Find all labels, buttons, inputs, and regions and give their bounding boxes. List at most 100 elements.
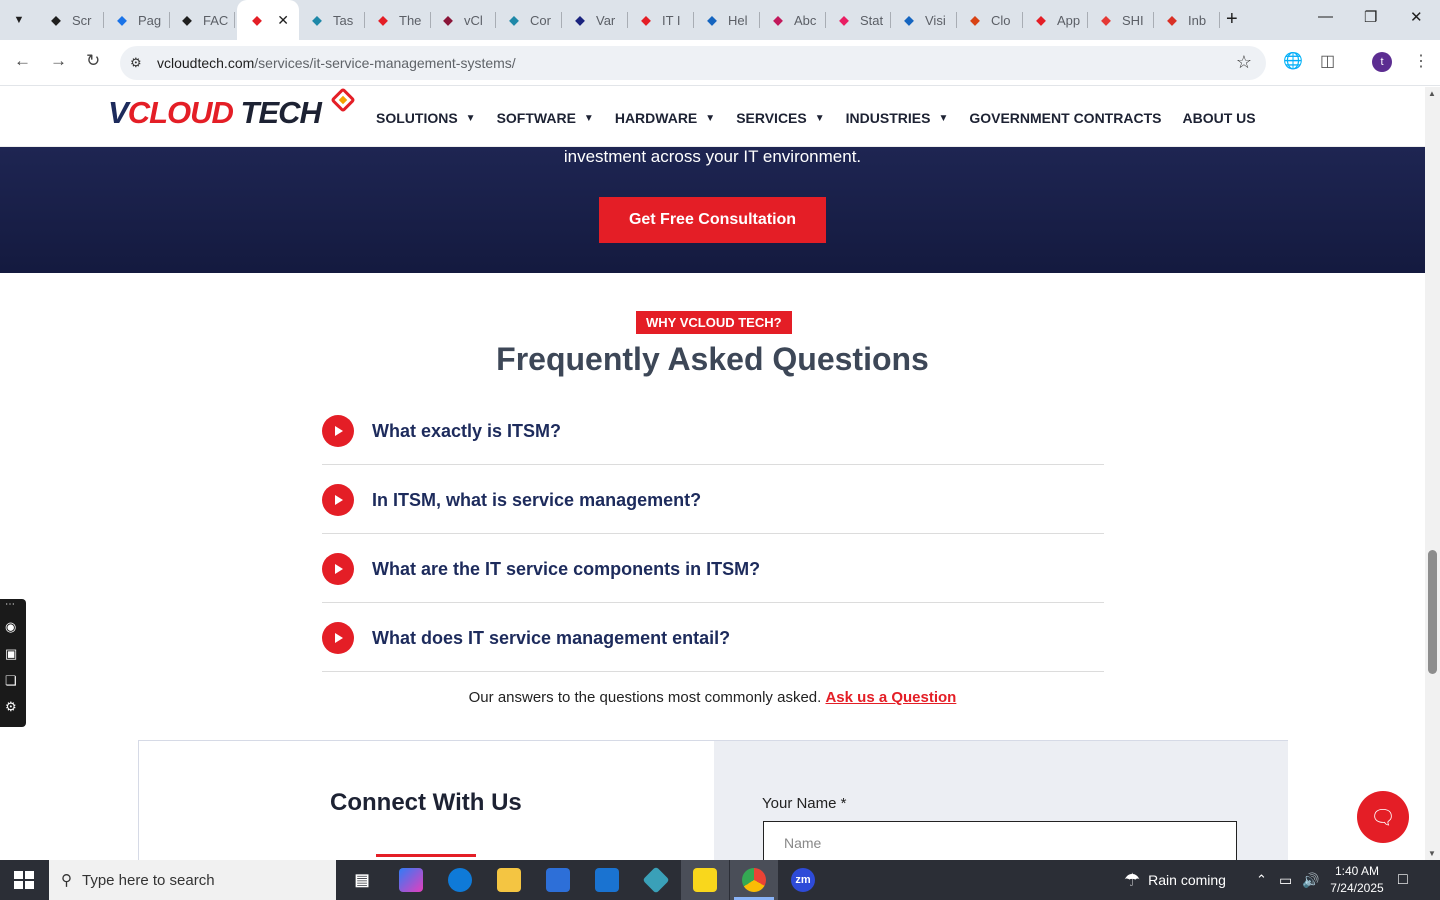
gmail-icon: ◆ [1167, 13, 1177, 27]
zoom-icon[interactable]: zm [791, 868, 815, 892]
nav-item-about-us[interactable]: ABOUT US [1182, 110, 1255, 126]
notifications-icon[interactable]: □ [1398, 860, 1408, 900]
video-icon[interactable]: ▣ [5, 646, 17, 662]
volume-icon[interactable]: 🔊 [1302, 860, 1319, 900]
store-icon[interactable] [546, 868, 570, 892]
reload-button[interactable]: ↻ [86, 51, 100, 71]
browser-tab[interactable]: ◆ The [367, 6, 431, 34]
screen-recorder-toolbar: ⋯ ◉ ▣ ❏ ⚙ [0, 599, 26, 727]
browser-tab[interactable]: ◆ Scr [40, 6, 104, 34]
tab-separator [169, 12, 170, 28]
hero-section: investment across your IT environment. G… [0, 147, 1425, 273]
tab-separator [495, 12, 496, 28]
scroll-up-arrow-icon[interactable]: ▲ [1428, 89, 1436, 98]
site-header: VCLOUD TECH SOLUTIONS ▼ SOFTWARE ▼ HARDWARE ▼… [0, 87, 1425, 147]
pin-icon[interactable]: ⋯ [5, 599, 15, 610]
tab-label: SHI [1122, 12, 1144, 28]
nav-item-industries[interactable]: INDUSTRIES ▼ [846, 110, 949, 126]
edge-icon[interactable] [448, 868, 472, 892]
nav-item-hardware[interactable]: HARDWARE ▼ [615, 110, 715, 126]
sticky-notes-icon[interactable] [693, 868, 717, 892]
browser-tab[interactable]: ◆ IT I [630, 6, 694, 34]
connect-section: Connect With Us Your Name * Name [138, 740, 1288, 860]
chat-icon[interactable]: 🗨 [1357, 791, 1409, 843]
browser-tab[interactable]: ◆ Tas [301, 6, 365, 34]
faq-item[interactable]: What exactly is ITSM? [322, 396, 1104, 465]
tab-search-button[interactable]: ▼ [6, 8, 32, 32]
faq-question: What exactly is ITSM? [372, 420, 562, 441]
back-button[interactable]: ← [14, 51, 31, 71]
browser-tab[interactable]: ◆ Abc [762, 6, 826, 34]
vcloud-logo[interactable]: VCLOUD TECH [108, 95, 322, 131]
task-view-icon[interactable]: ▤ [350, 868, 374, 892]
faq-item[interactable]: What does IT service management entail? [322, 603, 1104, 672]
nav-item-government-contracts[interactable]: GOVERNMENT CONTRACTS [969, 110, 1161, 126]
close-tab-icon[interactable]: ✕ [277, 12, 289, 29]
settings-gear-icon[interactable]: ⚙ [5, 699, 17, 715]
site-info-icon[interactable]: ⚙ [130, 55, 148, 71]
copilot-icon[interactable] [399, 868, 423, 892]
more-menu-icon[interactable]: ⋮ [1413, 51, 1429, 71]
browser-tab[interactable]: ◆ Var [564, 6, 628, 34]
browser-tab[interactable]: ◆ ✕ [237, 0, 299, 40]
get-free-consultation-button[interactable]: Get Free Consultation [599, 197, 826, 243]
browser-tab[interactable]: ◆ Pag [106, 6, 170, 34]
tab-label: Pag [138, 12, 162, 28]
clock-date: 7/24/2025 [1330, 881, 1384, 895]
browser-tab[interactable]: ◆ Cor [498, 6, 562, 34]
tab-label: Inb [1188, 12, 1207, 28]
tab-label: vCl [464, 12, 483, 28]
profile-avatar[interactable]: t [1372, 52, 1392, 72]
browser-tab[interactable]: ◆ App [1025, 6, 1088, 34]
windows-start-icon[interactable] [14, 871, 34, 889]
camera-icon[interactable]: ◉ [5, 619, 16, 635]
section-badge: WHY VCLOUD TECH? [636, 311, 792, 334]
nav-item-software[interactable]: SOFTWARE ▼ [497, 110, 594, 126]
browser-tab[interactable]: ◆ Stat [828, 6, 891, 34]
tab-separator [1087, 12, 1088, 28]
tab-separator [103, 12, 104, 28]
browser-tab[interactable]: ◆ SHI [1090, 6, 1154, 34]
tab-label: Hel [728, 12, 748, 28]
show-hidden-icons[interactable]: ⌃ [1256, 860, 1267, 900]
nav-item-solutions[interactable]: SOLUTIONS ▼ [376, 110, 476, 126]
hexagon-app-icon[interactable] [642, 866, 670, 894]
restore-button[interactable]: ❐ [1364, 8, 1377, 26]
browser-tab[interactable]: ◆ Visi [893, 6, 957, 34]
browser-tab[interactable]: ◆ vCl [432, 6, 496, 34]
faq-item[interactable]: In ITSM, what is service management? [322, 465, 1104, 534]
network-icon[interactable]: ▭ [1279, 860, 1292, 900]
tab-label: Tas [333, 12, 354, 28]
taskbar-search[interactable]: ⚲ Type here to search [49, 860, 336, 900]
chrome-icon[interactable] [742, 868, 766, 892]
ask-question-link[interactable]: Ask us a Question [825, 689, 956, 706]
mail-icon[interactable] [595, 868, 619, 892]
vcloud-icon: ◆ [641, 13, 651, 27]
faq-list: What exactly is ITSM? In ITSM, what is se… [322, 396, 1104, 672]
faq-item[interactable]: What are the IT service components in IT… [322, 534, 1104, 603]
forward-button[interactable]: → [50, 51, 67, 71]
name-input[interactable]: Name [763, 821, 1237, 860]
cross-icon: ◆ [575, 13, 585, 27]
address-bar: ← → ↻ ⚙ vcloudtech.com/services/it-servi… [0, 40, 1440, 86]
weather-text: Rain coming [1148, 872, 1226, 888]
url-field[interactable]: ⚙ vcloudtech.com/services/it-service-man… [120, 46, 1266, 80]
page-scrollbar[interactable]: ▲ ▼ [1425, 87, 1440, 860]
file-explorer-icon[interactable] [497, 868, 521, 892]
translate-icon[interactable]: 🌐 [1283, 51, 1303, 71]
extensions-icon[interactable]: ◫ [1320, 51, 1335, 71]
minimize-button[interactable]: — [1318, 8, 1333, 25]
weather-widget[interactable]: ☂ Rain coming [1124, 860, 1226, 900]
browser-tab[interactable]: ◆ Clo [959, 6, 1023, 34]
scroll-down-arrow-icon[interactable]: ▼ [1428, 849, 1436, 858]
new-tab-button[interactable]: + [1226, 8, 1238, 31]
scrollbar-thumb[interactable] [1428, 550, 1437, 674]
browser-tab[interactable]: ◆ Inb [1156, 6, 1220, 34]
nav-item-services[interactable]: SERVICES ▼ [736, 110, 824, 126]
browser-tab[interactable]: ◆ Hel [696, 6, 760, 34]
window-icon[interactable]: ❏ [5, 673, 17, 689]
bookmark-star-icon[interactable]: ☆ [1236, 52, 1252, 73]
clock[interactable]: 1:40 AM 7/24/2025 [1322, 863, 1392, 897]
close-window-button[interactable]: ✕ [1410, 8, 1423, 26]
browser-tab[interactable]: ◆ FAC [171, 6, 235, 34]
